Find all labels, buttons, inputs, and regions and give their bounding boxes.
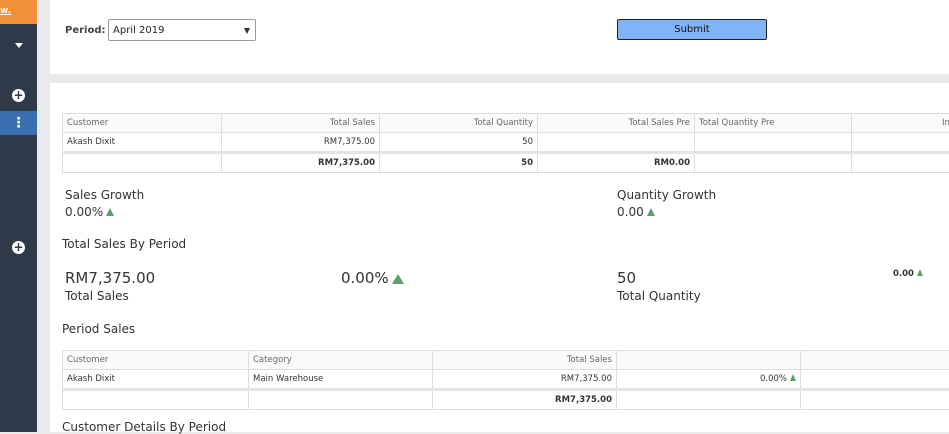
growth-pct: 0.00%: [760, 374, 787, 384]
table-cell: R: [801, 370, 949, 390]
up-arrow-icon: [392, 274, 404, 284]
table-cell: RM0.00: [538, 153, 695, 173]
period-select-value: April 2019: [113, 25, 164, 36]
table-cell: RM7,375.00: [433, 390, 617, 410]
table-total-row: RM7,375.00 50 RM0.00: [63, 153, 949, 173]
table-cell: [63, 153, 222, 173]
sidebar-more-button[interactable]: ⋮: [0, 111, 37, 135]
quantity-growth-value-wrap: 0.00: [617, 205, 655, 219]
column-header[interactable]: Ind.: [852, 114, 949, 133]
column-header[interactable]: To: [801, 351, 949, 370]
sidebar-dropdown-toggle[interactable]: [0, 33, 37, 57]
vertical-dots-icon: ⋮: [12, 116, 26, 130]
table-row: Akash Dixit RM7,375.00 50: [63, 133, 949, 153]
up-arrow-icon: [106, 208, 114, 216]
table-cell: RM7,375.00: [222, 153, 380, 173]
sidebar-rail: w. + ⋮ +: [0, 0, 37, 432]
section-title-total-by-period: Total Sales By Period: [62, 237, 186, 251]
quantity-growth-label: Quantity Growth: [617, 188, 716, 202]
total-quantity-amount: 50: [617, 269, 636, 287]
filter-panel: Period: April 2019 Submit: [50, 0, 949, 74]
total-sales-pct: 0.00%: [341, 269, 389, 287]
column-header[interactable]: Category: [249, 351, 433, 370]
table-cell: Akash Dixit: [63, 370, 249, 390]
submit-button[interactable]: Submit: [617, 19, 767, 40]
column-header[interactable]: Total Sales: [433, 351, 617, 370]
column-header[interactable]: Total Quantity: [380, 114, 538, 133]
up-arrow-icon: [917, 269, 923, 276]
total-sales-label: Total Sales: [65, 289, 129, 303]
column-header[interactable]: Total Sales: [222, 114, 380, 133]
sidebar-top-link-label[interactable]: w.: [0, 6, 11, 16]
section-title-period-sales: Period Sales: [62, 322, 135, 336]
table-cell: [695, 153, 852, 173]
up-arrow-icon: [647, 208, 655, 216]
table-cell: [617, 390, 801, 410]
column-header[interactable]: Total Sales Pre: [538, 114, 695, 133]
period-select[interactable]: April 2019: [108, 19, 256, 41]
plus-circle-icon: +: [12, 89, 25, 102]
total-quantity-pct-wrap: 0.00: [893, 269, 923, 279]
sidebar-top-link[interactable]: w.: [0, 0, 37, 24]
total-sales-amount: RM7,375.00: [65, 269, 155, 287]
report-panel: Customer Total Sales Total Quantity Tota…: [50, 83, 949, 432]
table-header-row: Customer Total Sales Total Quantity Tota…: [63, 114, 949, 133]
table-cell: RM7,375.00: [222, 133, 380, 153]
plus-circle-icon: +: [12, 241, 25, 254]
period-sales-table: Customer Category Total Sales To Akash D…: [62, 350, 949, 410]
column-header[interactable]: [617, 351, 801, 370]
table-cell: 50: [380, 133, 538, 153]
chevron-down-icon: [15, 43, 23, 48]
table-cell: [538, 133, 695, 153]
table-cell: [852, 153, 949, 173]
column-header[interactable]: Total Quantity Pre: [695, 114, 852, 133]
period-label: Period:: [65, 25, 106, 36]
sales-growth-value: 0.00%: [65, 205, 103, 219]
quantity-growth-value: 0.00: [617, 205, 644, 219]
column-header[interactable]: Customer: [63, 114, 222, 133]
sidebar-add-button[interactable]: +: [0, 83, 37, 107]
sales-growth-value-wrap: 0.00%: [65, 205, 114, 219]
table-row: Akash Dixit Main Warehouse RM7,375.00 0.…: [63, 370, 949, 390]
summary-table: Customer Total Sales Total Quantity Tota…: [62, 113, 949, 173]
table-cell: Akash Dixit: [63, 133, 222, 153]
table-cell: [852, 133, 949, 153]
table-cell: [695, 133, 852, 153]
total-quantity-label: Total Quantity: [617, 289, 701, 303]
table-cell: [63, 390, 249, 410]
table-total-row: RM7,375.00 R: [63, 390, 949, 410]
table-cell: RM7,375.00: [433, 370, 617, 390]
table-cell: R: [801, 390, 949, 410]
table-cell: 50: [380, 153, 538, 173]
dropdown-arrow-icon: [244, 28, 250, 34]
table-cell: [249, 390, 433, 410]
up-arrow-icon: [790, 374, 796, 381]
column-header[interactable]: Customer: [63, 351, 249, 370]
table-cell: Main Warehouse: [249, 370, 433, 390]
total-quantity-pct: 0.00: [893, 269, 914, 279]
table-cell-growth: 0.00%: [617, 370, 801, 390]
table-header-row: Customer Category Total Sales To: [63, 351, 949, 370]
sales-growth-label: Sales Growth: [65, 188, 144, 202]
sidebar-add-button-2[interactable]: +: [0, 235, 37, 259]
total-sales-pct-wrap: 0.00%: [341, 269, 404, 287]
